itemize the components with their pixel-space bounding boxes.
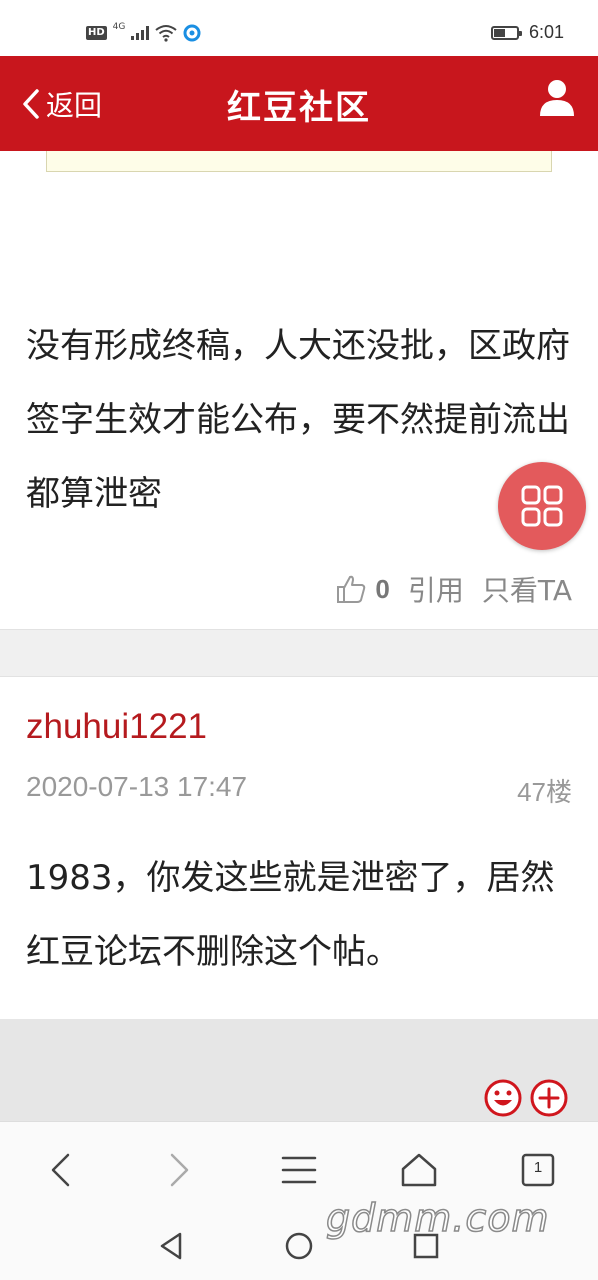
battery-icon xyxy=(490,25,522,40)
tab-count: 1 xyxy=(533,1159,543,1176)
quote-button[interactable]: 引用 xyxy=(408,569,464,609)
browser-tabs-button[interactable]: 1 xyxy=(516,1148,560,1192)
clock: 6:01 xyxy=(528,22,564,42)
page-title: 红豆社区 xyxy=(227,88,371,128)
wifi-icon xyxy=(155,25,177,42)
user-icon[interactable] xyxy=(538,78,576,118)
browser-back-button[interactable] xyxy=(38,1148,82,1192)
status-icons: HD 4G xyxy=(86,22,201,44)
forward-icon xyxy=(170,1153,189,1187)
browser-forward-button[interactable] xyxy=(158,1148,202,1192)
status-bar: HD 4G 6:01 xyxy=(0,0,598,56)
post-actions: 0 引用 只看TA xyxy=(335,569,572,609)
post-text: 1983，你发这些就是泄密了，居然红豆论坛不删除这个帖。 xyxy=(26,858,555,972)
thread-content: 没有形成终稿，人大还没批，区政府签字生效才能公布，要不然提前流出都算泄密 0 引… xyxy=(0,151,598,1121)
nav-back-icon[interactable] xyxy=(156,1230,188,1262)
nav-home-icon[interactable] xyxy=(283,1230,315,1262)
browser-app-icon xyxy=(183,24,201,42)
thumbs-up-icon xyxy=(337,575,366,603)
grid-menu-button[interactable] xyxy=(498,462,586,550)
hd-badge: HD xyxy=(86,26,107,40)
post-author[interactable]: zhuhui1221 xyxy=(26,707,207,747)
browser-menu-button[interactable] xyxy=(277,1148,321,1192)
app-header: 返回 红豆社区 xyxy=(0,56,598,151)
emoji-icon[interactable] xyxy=(484,1079,522,1117)
quote-box xyxy=(46,151,552,172)
add-icon[interactable] xyxy=(530,1079,568,1117)
post-text: 没有形成终稿，人大还没批，区政府签字生效才能公布，要不然提前流出都算泄密 xyxy=(26,326,570,514)
only-author-button[interactable]: 只看TA xyxy=(482,569,572,609)
signal-icon xyxy=(131,26,150,40)
like-count: 0 xyxy=(375,573,390,604)
browser-home-button[interactable] xyxy=(397,1148,441,1192)
menu-icon xyxy=(281,1156,317,1184)
network-type: 4G xyxy=(112,22,126,32)
like-button[interactable]: 0 xyxy=(335,573,390,605)
post-divider xyxy=(0,629,598,677)
watermark: gdmm.com xyxy=(325,1195,550,1241)
grid-icon xyxy=(521,485,563,527)
home-icon xyxy=(401,1153,437,1187)
status-right: 6:01 xyxy=(490,22,564,43)
post-date: 2020-07-13 17:47 xyxy=(26,771,248,802)
back-icon xyxy=(51,1153,70,1187)
post-floor: 47楼 xyxy=(517,777,572,807)
